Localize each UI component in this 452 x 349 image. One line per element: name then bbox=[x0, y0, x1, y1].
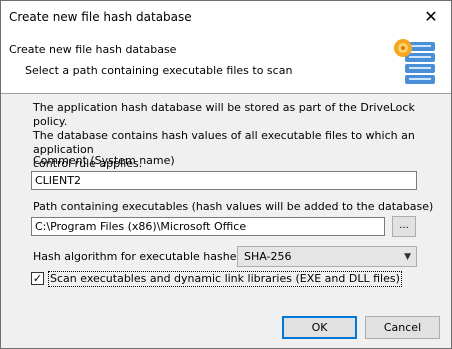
close-icon: ✕ bbox=[424, 7, 438, 26]
dialog-window: Create new file hash database ✕ Create n… bbox=[0, 0, 452, 349]
path-label: Path containing executables (hash values… bbox=[33, 200, 434, 213]
hash-algorithm-label: Hash algorithm for executable hashes bbox=[33, 250, 243, 263]
ok-button[interactable]: OK bbox=[282, 316, 357, 339]
close-button[interactable]: ✕ bbox=[411, 1, 451, 32]
path-field[interactable]: C:\Program Files (x86)\Microsoft Office bbox=[31, 217, 385, 236]
window-title: Create new file hash database bbox=[9, 10, 192, 24]
comment-label: Comment (System name) bbox=[33, 154, 175, 167]
hash-algorithm-select[interactable]: SHA-256 ▼ bbox=[237, 246, 417, 267]
chevron-down-icon: ▼ bbox=[404, 252, 411, 262]
scan-checkbox-label[interactable]: Scan executables and dynamic link librar… bbox=[48, 271, 402, 287]
title-bar: Create new file hash database ✕ bbox=[1, 1, 451, 32]
header-title: Create new file hash database bbox=[9, 43, 177, 56]
checkmark-icon: ✓ bbox=[32, 272, 43, 285]
database-gear-icon bbox=[394, 39, 435, 84]
comment-field[interactable]: CLIENT2 bbox=[31, 171, 417, 190]
header-subtitle: Select a path containing executable file… bbox=[25, 64, 293, 77]
hash-algorithm-value: SHA-256 bbox=[244, 250, 292, 263]
description-line-1: The application hash database will be st… bbox=[33, 101, 415, 128]
scan-checkbox[interactable]: ✓ bbox=[31, 272, 44, 285]
description-line-2: The database contains hash values of all… bbox=[33, 129, 415, 156]
cancel-button[interactable]: Cancel bbox=[365, 316, 440, 339]
wizard-header: Create new file hash database Select a p… bbox=[1, 32, 451, 94]
browse-button[interactable]: ... bbox=[392, 216, 416, 237]
